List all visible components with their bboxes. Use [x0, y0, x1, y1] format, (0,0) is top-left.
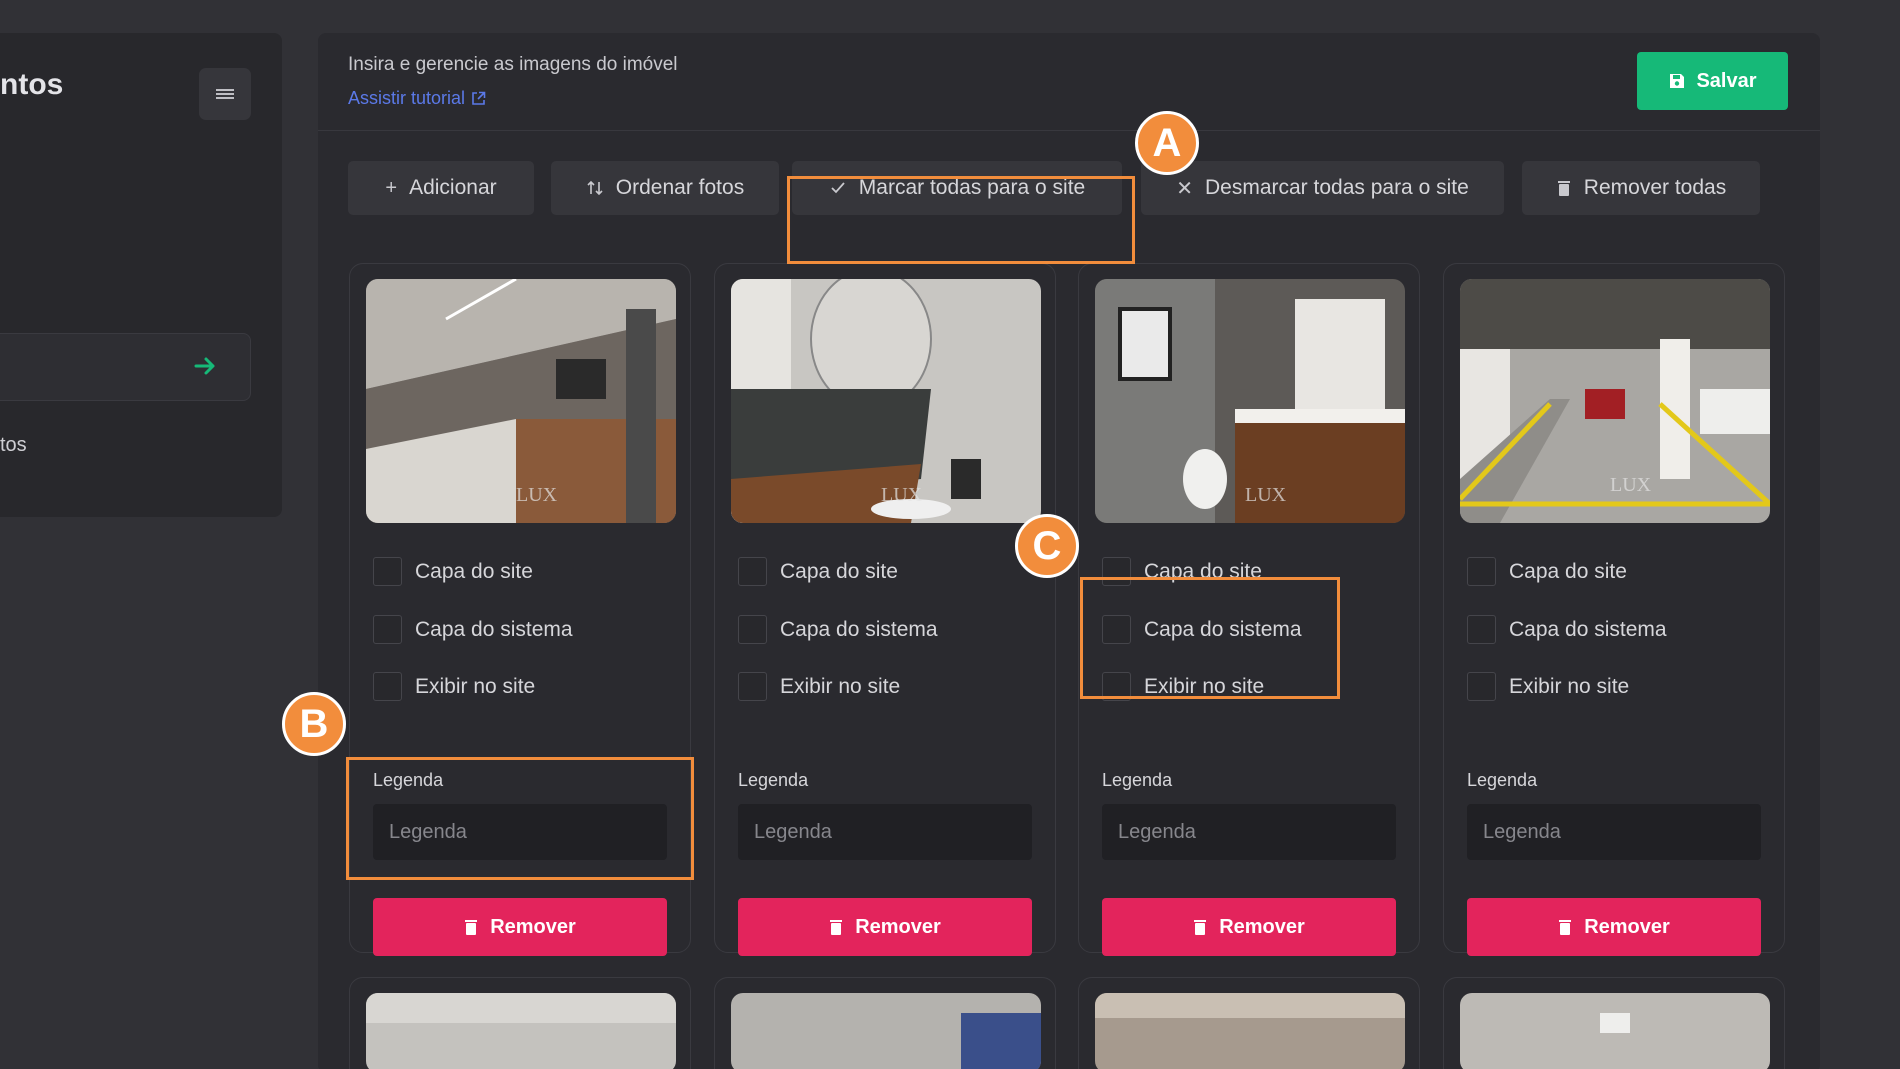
trash-icon — [1194, 919, 1207, 935]
site-cover-checkbox[interactable] — [738, 557, 767, 586]
site-cover-label: Capa do site — [415, 559, 533, 583]
remove-photo-button[interactable]: Remover — [373, 898, 667, 956]
remove-photo-button[interactable]: Remover — [1467, 898, 1761, 956]
site-cover-label: Capa do site — [780, 559, 898, 583]
annotation-highlight-a — [787, 176, 1135, 264]
caption-input[interactable] — [1467, 804, 1761, 860]
photo-card: LUX Capa do site Capa do sistema Exibir … — [714, 263, 1056, 956]
trash-icon — [1559, 919, 1572, 935]
plus-icon: + — [385, 176, 398, 199]
show-on-site-label: Exibir no site — [780, 674, 901, 698]
remove-photo-label: Remover — [490, 915, 576, 938]
sidebar-item-label[interactable]: tos — [0, 434, 27, 457]
annotation-badge-c: C — [1015, 514, 1079, 578]
remove-all-button[interactable]: Remover todas — [1522, 161, 1760, 215]
show-on-site-row[interactable]: Exibir no site — [1467, 672, 1629, 701]
close-icon: ✕ — [1176, 177, 1193, 200]
site-cover-checkbox[interactable] — [1467, 557, 1496, 586]
show-on-site-row[interactable]: Exibir no site — [373, 672, 535, 701]
photo-thumbnail[interactable] — [1460, 993, 1770, 1069]
photo-thumbnail[interactable]: LUX — [366, 279, 676, 523]
external-link-icon — [472, 91, 486, 105]
remove-photo-label: Remover — [855, 915, 941, 938]
site-cover-label: Capa do site — [1509, 559, 1627, 583]
remove-photo-label: Remover — [1584, 915, 1670, 938]
system-cover-checkbox[interactable] — [1467, 615, 1496, 644]
save-button[interactable]: Salvar — [1637, 52, 1788, 110]
show-on-site-checkbox[interactable] — [1467, 672, 1496, 701]
photo-thumbnail[interactable]: LUX — [1095, 279, 1405, 523]
system-cover-label: Capa do sistema — [1509, 617, 1667, 641]
watermark-text: LUX — [516, 484, 558, 506]
remove-photo-button[interactable]: Remover — [1102, 898, 1396, 956]
site-cover-row[interactable]: Capa do site — [738, 557, 898, 586]
floppy-disk-icon — [1670, 74, 1685, 88]
save-button-label: Salvar — [1696, 69, 1757, 92]
system-cover-label: Capa do sistema — [415, 617, 573, 641]
site-cover-checkbox[interactable] — [373, 557, 402, 586]
system-cover-row[interactable]: Capa do sistema — [1467, 615, 1667, 644]
photo-card — [714, 977, 1056, 1069]
show-on-site-checkbox[interactable] — [373, 672, 402, 701]
order-photos-label: Ordenar fotos — [615, 176, 745, 199]
photo-thumbnail[interactable] — [366, 993, 676, 1069]
annotation-badge-b: B — [282, 692, 346, 756]
watermark-text: LUX — [1610, 474, 1652, 496]
show-on-site-checkbox[interactable] — [738, 672, 767, 701]
caption-label: Legenda — [738, 770, 809, 790]
trash-icon — [465, 919, 478, 935]
tutorial-link-label: Assistir tutorial — [348, 88, 466, 108]
photo-card — [1078, 977, 1420, 1069]
show-on-site-label: Exibir no site — [1509, 674, 1630, 698]
page-description: Insira e gerencie as imagens do imóvel — [348, 54, 678, 75]
unmark-all-label: Desmarcar todas para o site — [1204, 176, 1469, 199]
sidebar-title: ntos — [0, 68, 64, 101]
sort-arrows-icon — [587, 180, 603, 196]
remove-photo-label: Remover — [1219, 915, 1305, 938]
photo-thumbnail[interactable] — [731, 993, 1041, 1069]
caption-input[interactable] — [738, 804, 1032, 860]
arrow-right-icon — [194, 357, 215, 375]
watermark-text: LUX — [1245, 484, 1287, 506]
photo-thumbnail[interactable]: LUX — [1460, 279, 1770, 523]
photo-thumbnail[interactable] — [1095, 993, 1405, 1069]
site-cover-row[interactable]: Capa do site — [1467, 557, 1627, 586]
photo-card: LUX Capa do site Capa do sistema Exibir … — [1443, 263, 1785, 956]
system-cover-row[interactable]: Capa do sistema — [373, 615, 573, 644]
photo-card — [1443, 977, 1785, 1069]
order-photos-button[interactable]: Ordenar fotos — [551, 161, 779, 215]
system-cover-checkbox[interactable] — [373, 615, 402, 644]
system-cover-row[interactable]: Capa do sistema — [738, 615, 938, 644]
watermark-text: LUX — [881, 484, 923, 506]
caption-input[interactable] — [1102, 804, 1396, 860]
menu-toggle-button[interactable] — [199, 68, 251, 120]
unmark-all-button[interactable]: ✕ Desmarcar todas para o site — [1141, 161, 1504, 215]
remove-all-label: Remover todas — [1583, 176, 1727, 199]
caption-label: Legenda — [1467, 770, 1538, 790]
annotation-highlight-b — [346, 757, 694, 880]
system-cover-label: Capa do sistema — [780, 617, 938, 641]
photo-thumbnail[interactable]: LUX — [731, 279, 1041, 523]
annotation-highlight-c — [1080, 577, 1340, 699]
show-on-site-row[interactable]: Exibir no site — [738, 672, 900, 701]
show-on-site-label: Exibir no site — [415, 674, 536, 698]
photo-card — [349, 977, 691, 1069]
caption-label: Legenda — [1102, 770, 1173, 790]
trash-icon — [830, 919, 843, 935]
remove-photo-button[interactable]: Remover — [738, 898, 1032, 956]
system-cover-checkbox[interactable] — [738, 615, 767, 644]
add-photo-button[interactable]: + Adicionar — [348, 161, 534, 215]
tutorial-link[interactable]: Assistir tutorial — [348, 88, 486, 109]
header-divider — [318, 130, 1820, 131]
site-cover-row[interactable]: Capa do site — [373, 557, 533, 586]
trash-icon — [1557, 181, 1570, 196]
sidebar-item-active[interactable] — [0, 333, 251, 401]
hamburger-icon — [216, 87, 234, 101]
annotation-badge-a: A — [1135, 111, 1199, 175]
add-photo-label: Adicionar — [409, 176, 497, 199]
